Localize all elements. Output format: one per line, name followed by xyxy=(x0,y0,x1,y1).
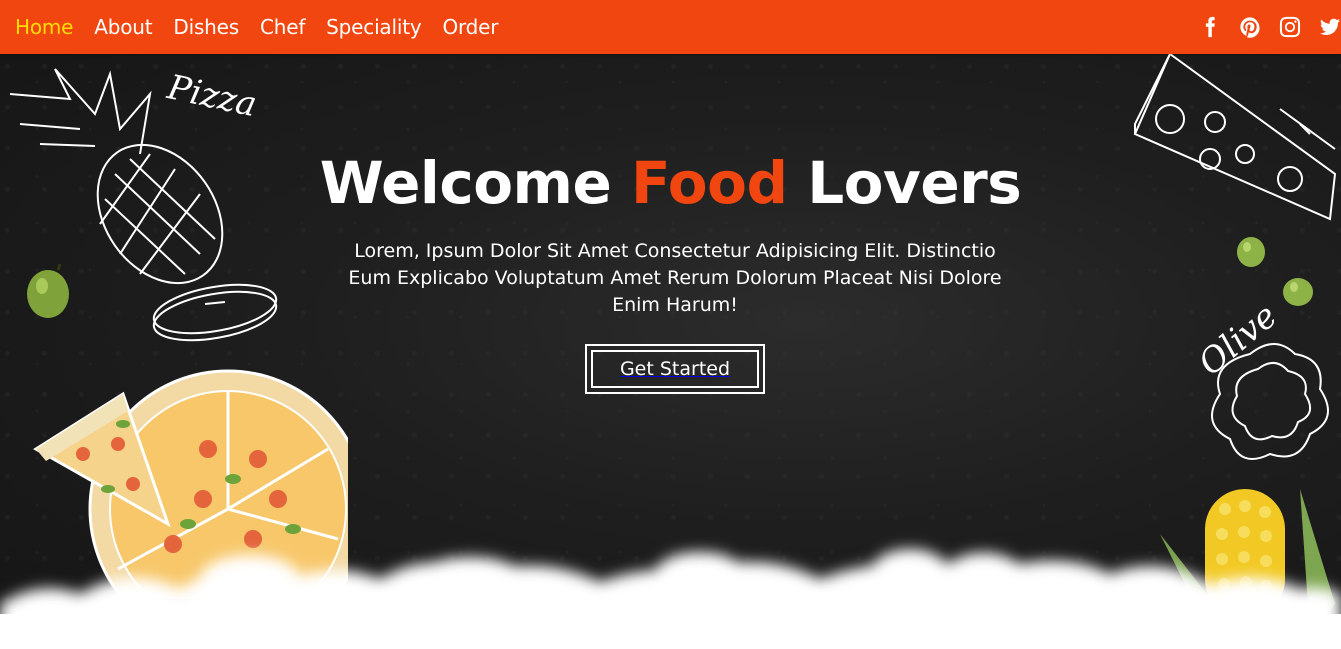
nav-home-link[interactable]: Home xyxy=(15,15,73,39)
olive-doodle-left xyxy=(24,262,74,322)
get-started-label: Get Started xyxy=(591,350,759,388)
pepper-slice-doodle xyxy=(1200,334,1341,479)
nav-links: Home About Dishes Chef Speciality Order xyxy=(15,0,519,54)
hero-title-part1: Welcome xyxy=(319,149,612,217)
nav-chef-link[interactable]: Chef xyxy=(260,15,305,39)
pizza-chalk-label: Pizza xyxy=(165,66,275,136)
twitter-icon[interactable] xyxy=(1319,16,1341,38)
svg-text:Pizza: Pizza xyxy=(165,67,260,125)
instagram-icon[interactable] xyxy=(1279,16,1301,38)
social-links xyxy=(1181,0,1341,54)
nav-speciality-link[interactable]: Speciality xyxy=(326,15,421,39)
hero-description: Lorem, Ipsum Dolor Sit Amet Consectetur … xyxy=(348,240,1002,316)
get-started-button[interactable]: Get Started xyxy=(585,344,765,394)
facebook-icon[interactable] xyxy=(1199,16,1221,38)
hero-section: Pizza Olive Welcome Food Lovers Lorem, I… xyxy=(0,54,1341,649)
pinterest-icon[interactable] xyxy=(1239,16,1261,38)
smoke-divider xyxy=(0,494,1341,649)
nav-order-link[interactable]: Order xyxy=(442,15,498,39)
top-navbar: Home About Dishes Chef Speciality Order xyxy=(0,0,1341,54)
nav-dishes-link[interactable]: Dishes xyxy=(173,15,239,39)
nav-about-link[interactable]: About xyxy=(94,15,152,39)
hero-title: Welcome Food Lovers xyxy=(0,149,1341,217)
hero-title-part2: Lovers xyxy=(807,149,1022,217)
hero-title-accent: Food xyxy=(631,149,788,217)
